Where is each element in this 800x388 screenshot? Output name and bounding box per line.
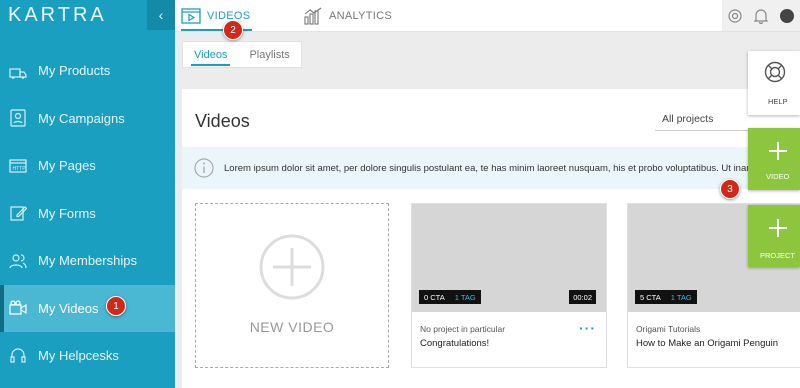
sidebar-item-label: My Pages [38,158,96,174]
step-marker-1: 1 [106,296,126,316]
brand-bar: KARTRA ‹ [0,0,175,30]
svg-text:HTTP: HTTP [13,166,27,172]
sidebar-item-label: My Campaigns [38,110,125,126]
sidebar-item-pages[interactable]: HTTP My Pages [0,142,175,190]
videos-icon [8,298,28,318]
content-area: Videos Playlists Videos All projects Lor… [175,32,800,388]
add-video-label: VIDEO [766,172,790,181]
analytics-icon [303,7,323,25]
sidebar-item-products[interactable]: My Products [0,47,175,95]
step-marker-2: 2 [223,20,243,40]
info-icon [194,158,214,178]
campaigns-icon [8,108,28,128]
video-play-icon [181,7,201,24]
tag-count: 1 TAG [670,292,692,302]
help-button[interactable]: HELP [748,51,800,115]
sidebar-item-campaigns[interactable]: My Campaigns [0,95,175,143]
add-project-button[interactable]: PROJECT [748,205,800,267]
step-marker-3: 3 [720,179,740,199]
top-tab-bar: VIDEOS ANALYTICS [175,0,800,32]
sidebar-item-label: My Forms [38,205,96,221]
bell-icon[interactable] [748,8,774,24]
subtab-videos[interactable]: Videos [183,42,238,68]
sidebar: KARTRA ‹ My Products My Campaigns HTTP M… [0,0,175,388]
lifebuoy-icon [764,61,786,88]
video-title: How to Make an Origami Penguin [636,338,779,349]
video-title: Congratulations! [420,338,490,349]
helpdesks-icon [8,346,28,366]
sidebar-item-label: My Videos [38,300,99,316]
forms-icon [8,203,28,223]
video-badges: 0 CTA 1 TAG [419,290,481,304]
sidebar-item-memberships[interactable]: My Memberships [0,237,175,285]
video-project: Origami Tutorials [636,324,701,334]
kartra-logo: KARTRA [8,3,107,26]
tag-count: 1 TAG [454,292,476,302]
memberships-icon [8,251,28,271]
video-project: No project in particular [420,324,506,334]
sidebar-nav: My Products My Campaigns HTTP My Pages M… [0,47,175,380]
subtab-playlists[interactable]: Playlists [238,42,300,68]
top-right-tools [722,0,800,31]
settings-wheel-icon[interactable] [722,8,748,24]
sidebar-item-label: My Products [38,63,111,79]
new-video-tile[interactable]: NEW VIDEO [195,203,389,368]
add-video-button[interactable]: VIDEO [748,128,800,190]
video-card[interactable]: 0 CTA 1 TAG 00:02 No project in particul… [411,203,607,368]
cta-count: 0 CTA [424,292,445,302]
add-circle-icon [259,234,325,305]
products-icon [8,61,28,81]
collapse-sidebar-button[interactable]: ‹ [147,0,175,30]
avatar[interactable] [780,8,794,23]
sidebar-item-helpdesks[interactable]: My Helpcesks [0,332,175,380]
help-label: HELP [768,97,788,106]
plus-icon [769,219,787,242]
more-options-icon[interactable]: ··· [579,320,596,336]
video-duration: 00:02 [569,290,596,304]
project-filter-select[interactable]: All projects [655,107,763,131]
page-title: Videos [195,111,250,131]
new-video-label: NEW VIDEO [249,319,335,335]
sidebar-item-forms[interactable]: My Forms [0,190,175,238]
tab-analytics[interactable]: ANALYTICS [303,0,392,31]
sidebar-item-label: My Memberships [38,253,137,269]
sidebar-item-videos[interactable]: My Videos [0,284,175,332]
pages-icon: HTTP [8,156,28,176]
tab-label: ANALYTICS [329,9,393,22]
sub-tab-bar: Videos Playlists [182,41,302,68]
info-text: Lorem ipsum dolor sit amet, per dolore s… [224,162,765,174]
cta-count: 5 CTA [640,292,661,302]
project-filter-value: All projects [662,112,714,125]
plus-icon [769,142,787,165]
videos-panel: Videos All projects Lorem ipsum dolor si… [182,89,800,388]
video-badges: 5 CTA 1 TAG [635,290,697,304]
add-project-label: PROJECT [760,251,796,260]
sidebar-item-label: My Helpcesks [38,348,119,364]
info-banner: Lorem ipsum dolor sit amet, per dolore s… [182,147,800,189]
